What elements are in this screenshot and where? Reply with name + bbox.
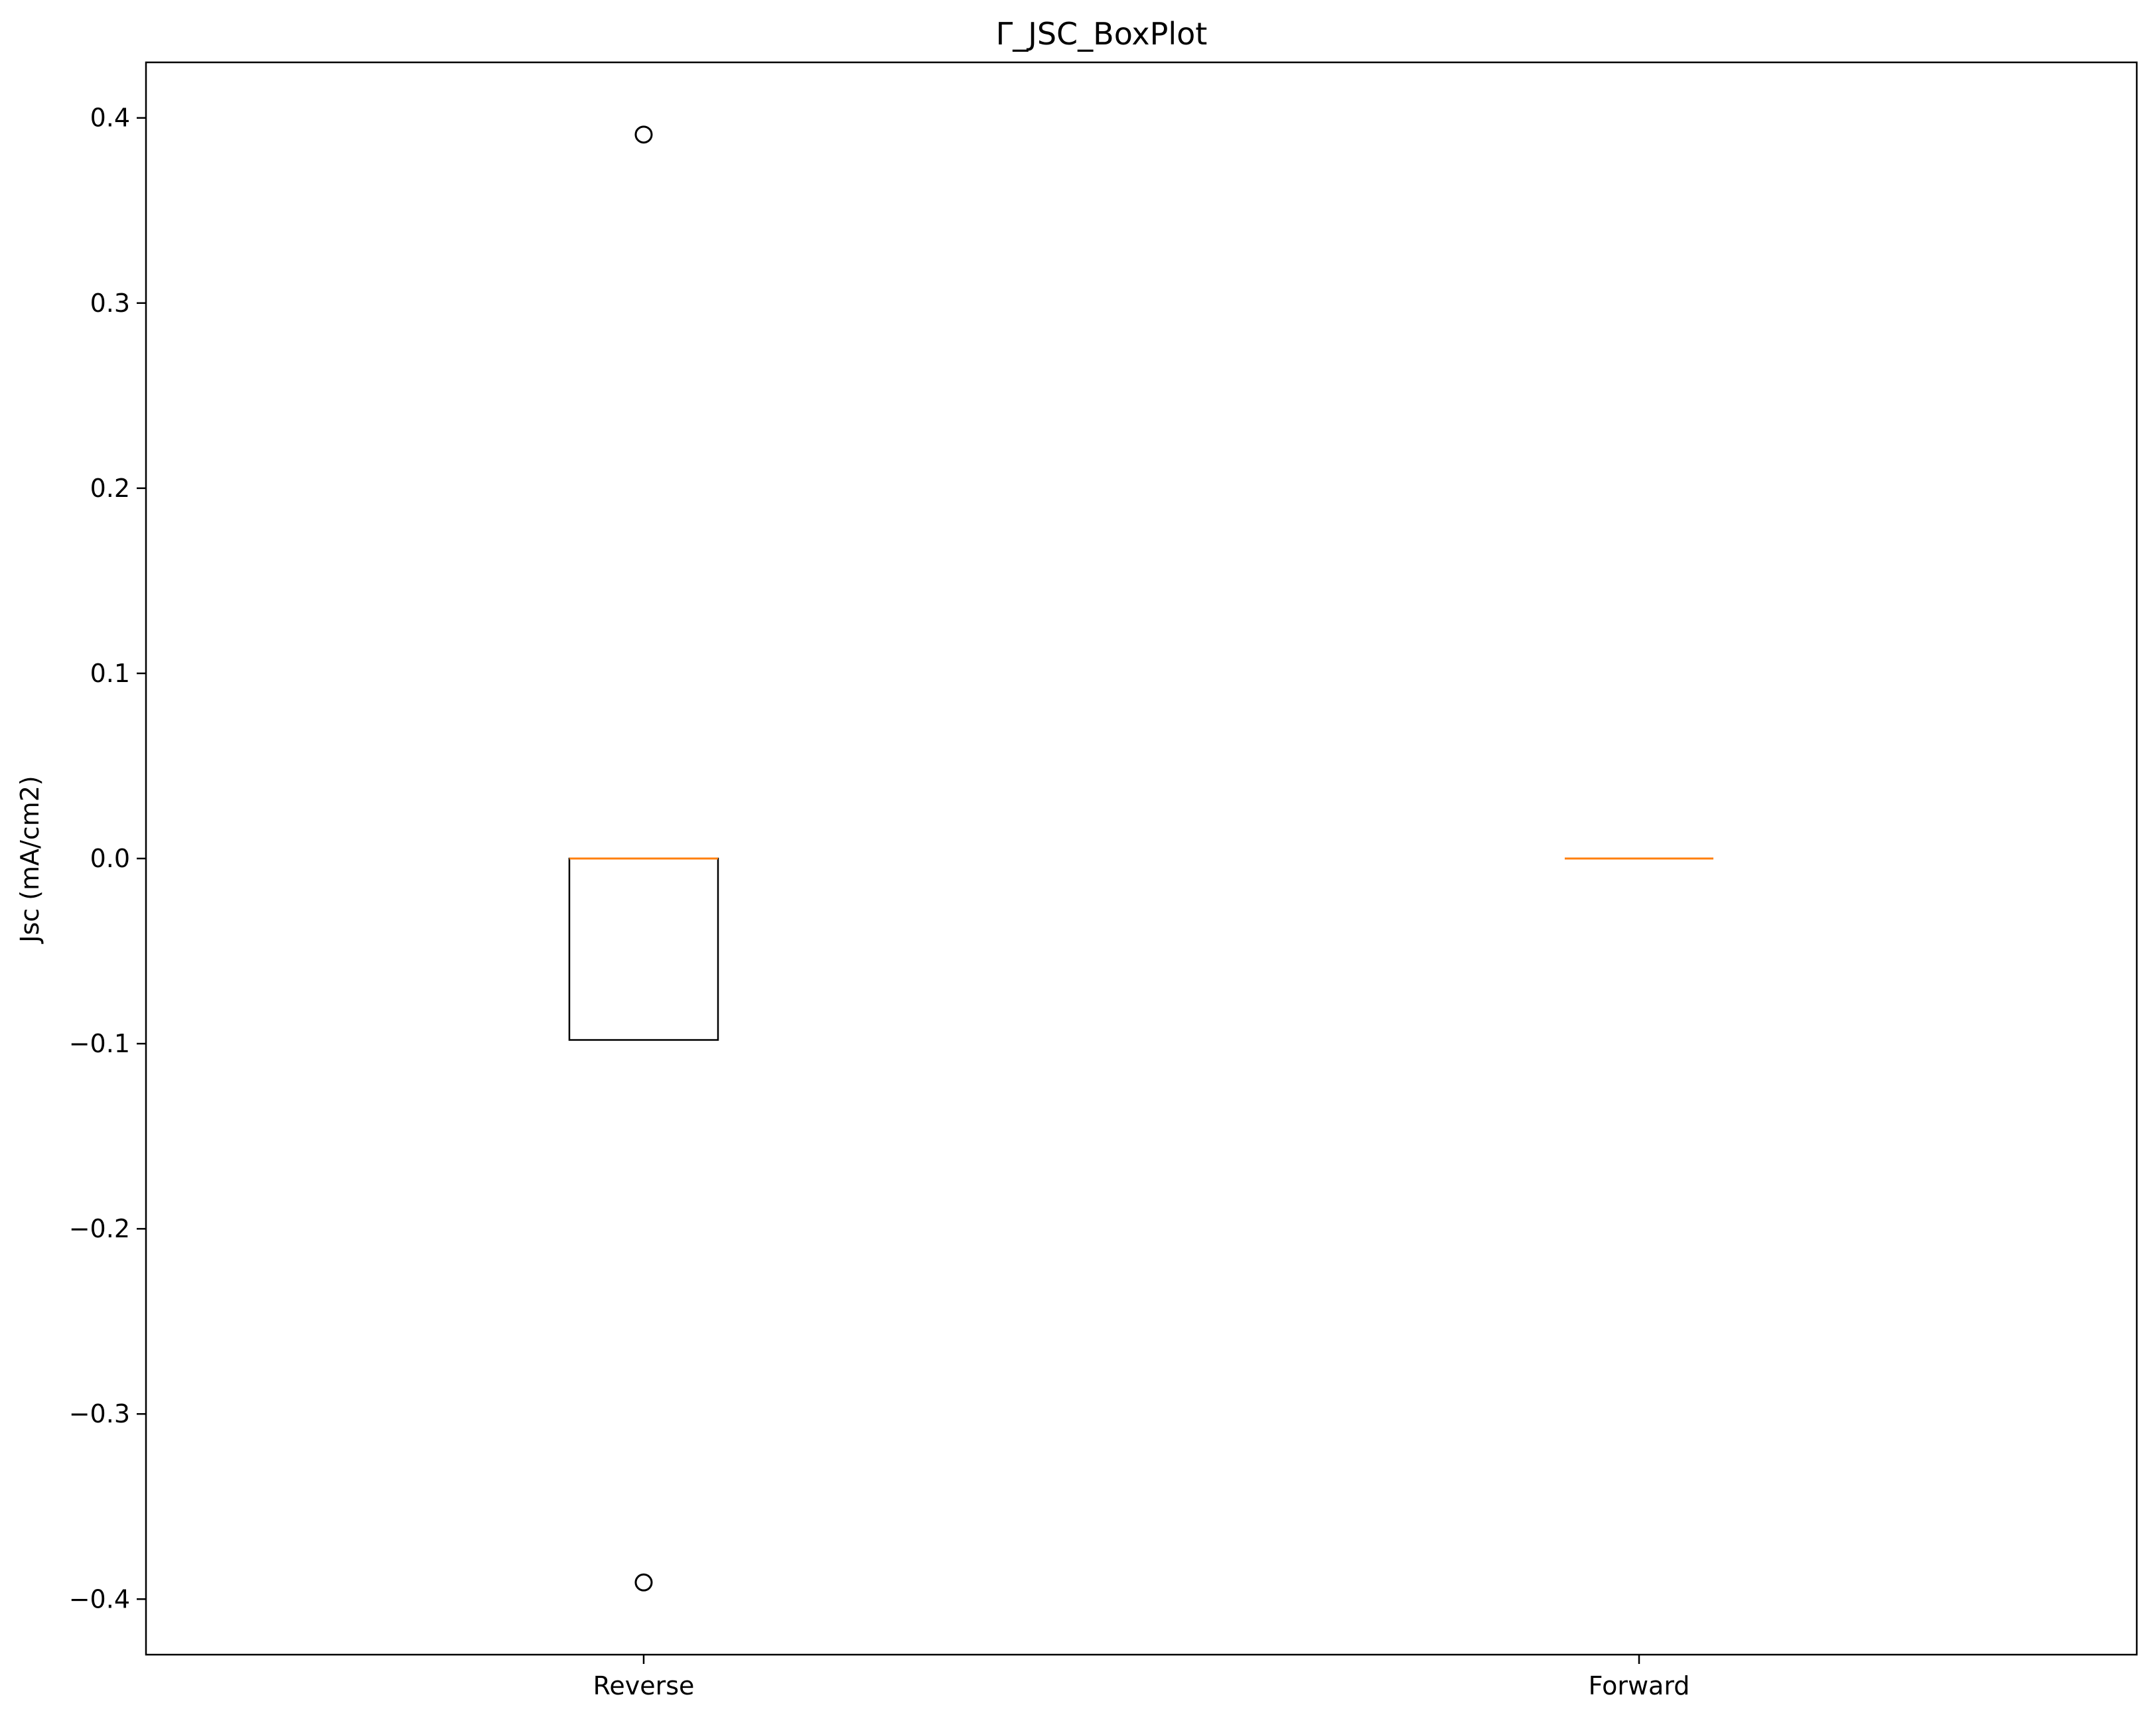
y-tick-label: 0.0 [90, 844, 130, 873]
outlier-point [634, 125, 653, 144]
box-body [568, 857, 719, 1041]
y-tick-label: −0.1 [69, 1029, 130, 1058]
x-tick-label: Forward [1589, 1671, 1690, 1700]
y-axis-title: Jsc (mA/cm2) [15, 776, 44, 944]
y-axis-ticks: −0.4 −0.3 −0.2 −0.1 0.0 0.1 0.2 0.3 0.4 [69, 103, 146, 1614]
box-plot-chart: Γ_JSC_BoxPlot Jsc (mA/cm2) −0.4−0.3−0.2−… [15, 16, 2138, 1700]
y-tick-label: −0.4 [69, 1584, 130, 1614]
chart-title: Γ_JSC_BoxPlot [996, 16, 1208, 52]
box-reverse [568, 125, 719, 1592]
y-tick-label: 0.4 [90, 103, 130, 133]
x-axis-ticks: Reverse Forward [593, 1655, 1690, 1700]
y-tick-label: 0.2 [90, 474, 130, 503]
y-tick-label: 0.3 [90, 289, 130, 318]
outlier-point [634, 1573, 653, 1592]
y-tick-label: −0.2 [69, 1214, 130, 1243]
y-tick-label: −0.3 [69, 1399, 130, 1428]
y-tick-label: 0.1 [90, 659, 130, 688]
box-series [568, 125, 1713, 1592]
x-tick-label: Reverse [593, 1671, 695, 1700]
plot-area-frame [145, 61, 2138, 1656]
